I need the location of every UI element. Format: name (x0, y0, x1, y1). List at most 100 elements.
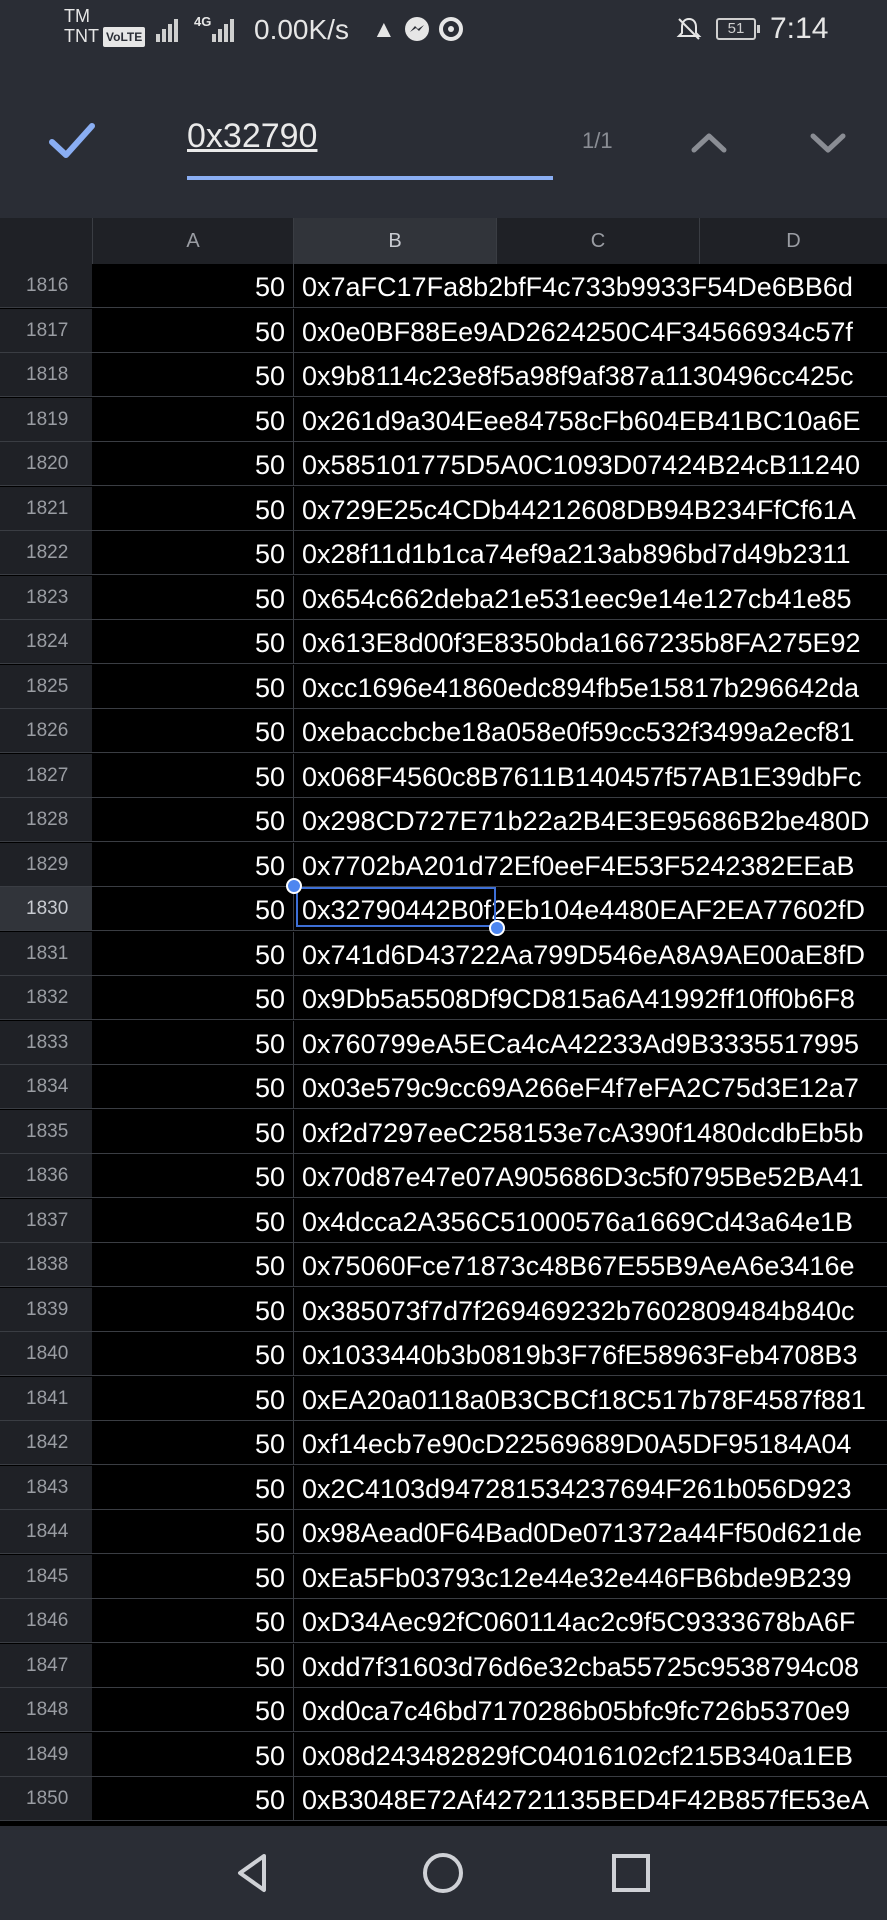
cell-a[interactable]: 50 (92, 1777, 293, 1820)
row-header[interactable]: 1840 (0, 1332, 92, 1375)
row-header[interactable]: 1844 (0, 1510, 92, 1553)
cell-b[interactable]: 0x298CD727E71b22a2B4E3E95686B2be480D (293, 798, 887, 841)
cell-a[interactable]: 50 (92, 531, 293, 574)
cell-b[interactable]: 0xEA20a0118a0B3CBCf18C517b78F4587f881 (293, 1377, 887, 1420)
row-header[interactable]: 1847 (0, 1644, 92, 1687)
row-header[interactable]: 1833 (0, 1021, 92, 1064)
cell-b[interactable]: 0x08d243482829fC04016102cf215B340a1EB (293, 1733, 887, 1776)
cell-b[interactable]: 0x9b8114c23e8f5a98f9af387a1130496cc425c (293, 353, 887, 396)
cell-a[interactable]: 50 (92, 1154, 293, 1197)
row-header[interactable]: 1841 (0, 1377, 92, 1420)
cell-a[interactable]: 50 (92, 754, 293, 797)
recents-icon[interactable] (606, 1848, 656, 1898)
row-header[interactable]: 1829 (0, 843, 92, 886)
row-header[interactable]: 1836 (0, 1154, 92, 1197)
row-header[interactable]: 1819 (0, 398, 92, 441)
row-header[interactable]: 1831 (0, 932, 92, 975)
cell-a[interactable]: 50 (92, 1733, 293, 1776)
cell-b[interactable]: 0x741d6D43722Aa799D546eA8A9AE00aE8fD (293, 932, 887, 975)
cell-b[interactable]: 0x7702bA201d72Ef0eeF4E53F5242382EEaB (293, 843, 887, 886)
cell-b[interactable]: 0x70d87e47e07A905686D3c5f0795Be52BA41 (293, 1154, 887, 1197)
cell-a[interactable]: 50 (92, 1688, 293, 1731)
cell-a[interactable]: 50 (92, 309, 293, 352)
cell-b[interactable]: 0x385073f7d7f269469232b7602809484b840c (293, 1288, 887, 1331)
back-icon[interactable] (228, 1848, 278, 1898)
cell-b[interactable]: 0xf2d7297eeC258153e7cA390f1480dcdbEb5b (293, 1110, 887, 1153)
cell-a[interactable]: 50 (92, 487, 293, 530)
cell-a[interactable]: 50 (92, 932, 293, 975)
row-header[interactable]: 1835 (0, 1110, 92, 1153)
cell-b[interactable]: 0x760799eA5ECa4cA42233Ad9B3335517995 (293, 1021, 887, 1064)
cell-a[interactable]: 50 (92, 1377, 293, 1420)
row-header[interactable]: 1843 (0, 1466, 92, 1509)
cell-b[interactable]: 0xB3048E72Af42721135BED4F42B857fE53eA (293, 1777, 887, 1820)
row-header[interactable]: 1832 (0, 976, 92, 1019)
cell-a[interactable]: 50 (92, 887, 293, 930)
cell-a[interactable]: 50 (92, 1510, 293, 1553)
cell-a[interactable]: 50 (92, 1599, 293, 1642)
row-header[interactable]: 1845 (0, 1555, 92, 1598)
row-header[interactable]: 1818 (0, 353, 92, 396)
row-header[interactable]: 1838 (0, 1243, 92, 1286)
cell-b[interactable]: 0x068F4560c8B7611B140457f57AB1E39dbFc (293, 754, 887, 797)
cell-b[interactable]: 0x729E25c4CDb44212608DB94B234FfCf61A (293, 487, 887, 530)
cell-b[interactable]: 0xdd7f31603d76d6e32cba55725c9538794c08 (293, 1644, 887, 1687)
search-input[interactable] (187, 114, 553, 158)
cell-b[interactable]: 0x7aFC17Fa8b2bfF4c733b9933F54De6BB6d (293, 264, 887, 307)
sheet-corner[interactable] (0, 218, 92, 264)
cell-a[interactable]: 50 (92, 843, 293, 886)
cell-b[interactable]: 0x261d9a304Eee84758cFb604EB41BC10a6E (293, 398, 887, 441)
cell-a[interactable]: 50 (92, 1021, 293, 1064)
cell-a[interactable]: 50 (92, 1199, 293, 1242)
cell-b[interactable]: 0xD34Aec92fC060114ac2c9f5C9333678bA6F (293, 1599, 887, 1642)
row-header[interactable]: 1850 (0, 1777, 92, 1820)
cell-a[interactable]: 50 (92, 1110, 293, 1153)
cell-b[interactable]: 0x4dcca2A356C51000576a1669Cd43a64e1B (293, 1199, 887, 1242)
row-header[interactable]: 1816 (0, 264, 92, 307)
chevron-up-icon[interactable] (684, 118, 734, 168)
column-header-a[interactable]: A (92, 218, 293, 264)
cell-b[interactable]: 0x1033440b3b0819b3F76fE58963Feb4708B3 (293, 1332, 887, 1375)
row-header[interactable]: 1830 (0, 887, 92, 930)
cell-a[interactable]: 50 (92, 976, 293, 1019)
cell-b[interactable]: 0x03e579c9cc69A266eF4f7eFA2C75d3E12a7 (293, 1065, 887, 1108)
cell-a[interactable]: 50 (92, 1332, 293, 1375)
cell-b[interactable]: 0xcc1696e41860edc894fb5e15817b296642da (293, 665, 887, 708)
cell-b[interactable]: 0x75060Fce71873c48B67E55B9AeA6e3416e (293, 1243, 887, 1286)
check-icon[interactable] (42, 110, 102, 170)
column-header-b[interactable]: B (293, 218, 496, 264)
cell-a[interactable]: 50 (92, 1555, 293, 1598)
cell-a[interactable]: 50 (92, 709, 293, 752)
row-header[interactable]: 1817 (0, 309, 92, 352)
row-header[interactable]: 1828 (0, 798, 92, 841)
row-header[interactable]: 1834 (0, 1065, 92, 1108)
cell-b[interactable]: 0xd0ca7c46bd7170286b05bfc9fc726b5370e9 (293, 1688, 887, 1731)
cell-a[interactable]: 50 (92, 620, 293, 663)
row-header[interactable]: 1820 (0, 442, 92, 485)
cell-b[interactable]: 0x585101775D5A0C1093D07424B24cB11240 (293, 442, 887, 485)
column-header-d[interactable]: D (699, 218, 887, 264)
cell-b[interactable]: 0xebaccbcbe18a058e0f59cc532f3499a2ecf81 (293, 709, 887, 752)
cell-a[interactable]: 50 (92, 1065, 293, 1108)
cell-b[interactable]: 0x9Db5a5508Df9CD815a6A41992ff10ff0b6F8 (293, 976, 887, 1019)
cell-a[interactable]: 50 (92, 1243, 293, 1286)
cell-b[interactable]: 0x32790442B0f2Eb104e4480EAF2EA77602fD (293, 887, 887, 930)
row-header[interactable]: 1842 (0, 1421, 92, 1464)
row-header[interactable]: 1839 (0, 1288, 92, 1331)
cell-a[interactable]: 50 (92, 1466, 293, 1509)
row-header[interactable]: 1821 (0, 487, 92, 530)
cell-a[interactable]: 50 (92, 576, 293, 619)
row-header[interactable]: 1824 (0, 620, 92, 663)
row-header[interactable]: 1848 (0, 1688, 92, 1731)
cell-a[interactable]: 50 (92, 353, 293, 396)
selection-handle-start[interactable] (286, 878, 302, 894)
chevron-down-icon[interactable] (803, 118, 853, 168)
cell-b[interactable]: 0x98Aead0F64Bad0De071372a44Ff50d621de (293, 1510, 887, 1553)
cell-a[interactable]: 50 (92, 1644, 293, 1687)
cell-a[interactable]: 50 (92, 798, 293, 841)
row-header[interactable]: 1825 (0, 665, 92, 708)
row-header[interactable]: 1846 (0, 1599, 92, 1642)
cell-a[interactable]: 50 (92, 665, 293, 708)
cell-b[interactable]: 0x613E8d00f3E8350bda1667235b8FA275E92 (293, 620, 887, 663)
cell-b[interactable]: 0xEa5Fb03793c12e44e32e446FB6bde9B239 (293, 1555, 887, 1598)
